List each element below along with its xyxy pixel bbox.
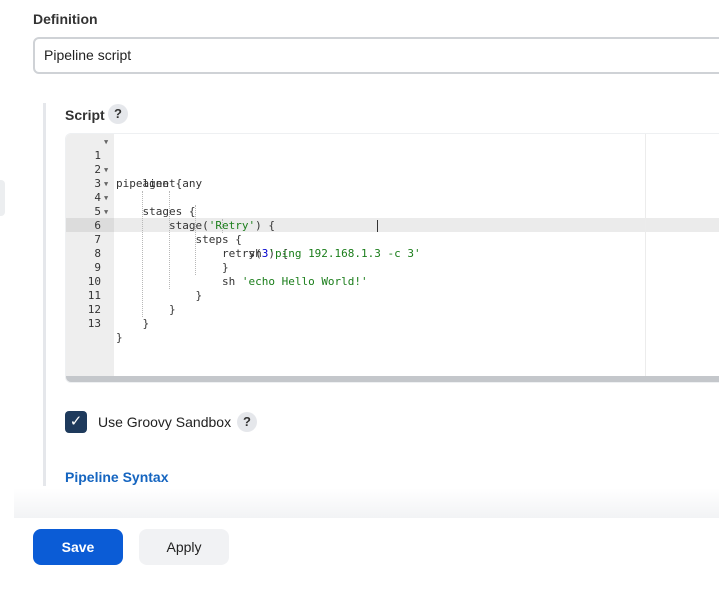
- code-lines: 1 ▼ pipeline { 2 agent any 3 ▼ stages { …: [66, 135, 719, 344]
- definition-label: Definition: [33, 11, 98, 27]
- section-border: [43, 103, 46, 486]
- code-line-10: 10 }: [66, 261, 719, 302]
- code-line-7: 7 sh 'ping 192.168.1.3 -c 3': [66, 219, 719, 260]
- code-line-13: 13 }: [66, 303, 719, 344]
- groovy-sandbox-label[interactable]: Use Groovy Sandbox: [98, 414, 231, 430]
- fold-arrow-icon[interactable]: ▼: [104, 177, 108, 191]
- definition-select[interactable]: Pipeline script: [33, 37, 719, 74]
- text-cursor: [377, 220, 378, 232]
- fold-arrow-icon[interactable]: ▼: [104, 135, 108, 149]
- save-button[interactable]: Save: [33, 529, 123, 565]
- code-text: }: [116, 317, 150, 330]
- code-line-4: 4 ▼ stage('Retry') {: [66, 177, 719, 232]
- script-help-icon[interactable]: ?: [108, 104, 128, 124]
- code-line-5: 5 ▼ steps {: [66, 191, 719, 246]
- apply-button[interactable]: Apply: [139, 529, 229, 565]
- code-line-8: 8 }: [66, 233, 719, 274]
- script-editor[interactable]: 1 ▼ pipeline { 2 agent any 3 ▼ stages { …: [65, 133, 719, 383]
- definition-selected-value: Pipeline script: [44, 47, 132, 63]
- sandbox-help-icon[interactable]: ?: [237, 412, 257, 432]
- fold-arrow-icon[interactable]: ▼: [104, 205, 108, 219]
- line-number: 13: [87, 317, 101, 330]
- groovy-sandbox-checkbox[interactable]: ✓: [65, 411, 87, 433]
- code-line-1: 1 ▼ pipeline {: [66, 135, 719, 190]
- footer-divider-shadow: [14, 488, 719, 518]
- code-line-12: 12 }: [66, 289, 719, 330]
- code-line-6: 6 ▼ retry(3) {: [66, 205, 719, 260]
- script-label: Script: [65, 107, 105, 123]
- code-text: }: [116, 331, 123, 344]
- checkmark-icon: ✓: [69, 413, 83, 430]
- code-line-11: 11 }: [66, 275, 719, 316]
- left-edge-tab[interactable]: [0, 180, 5, 216]
- editor-horizontal-scrollbar[interactable]: [66, 376, 719, 382]
- code-line-9: 9 sh 'echo Hello World!': [66, 247, 719, 288]
- fold-arrow-icon[interactable]: ▼: [104, 163, 108, 177]
- fold-arrow-icon[interactable]: ▼: [104, 191, 108, 205]
- pipeline-syntax-link[interactable]: Pipeline Syntax: [65, 469, 168, 485]
- code-line-3: 3 ▼ stages {: [66, 163, 719, 218]
- code-line-2: 2 agent any: [66, 149, 719, 190]
